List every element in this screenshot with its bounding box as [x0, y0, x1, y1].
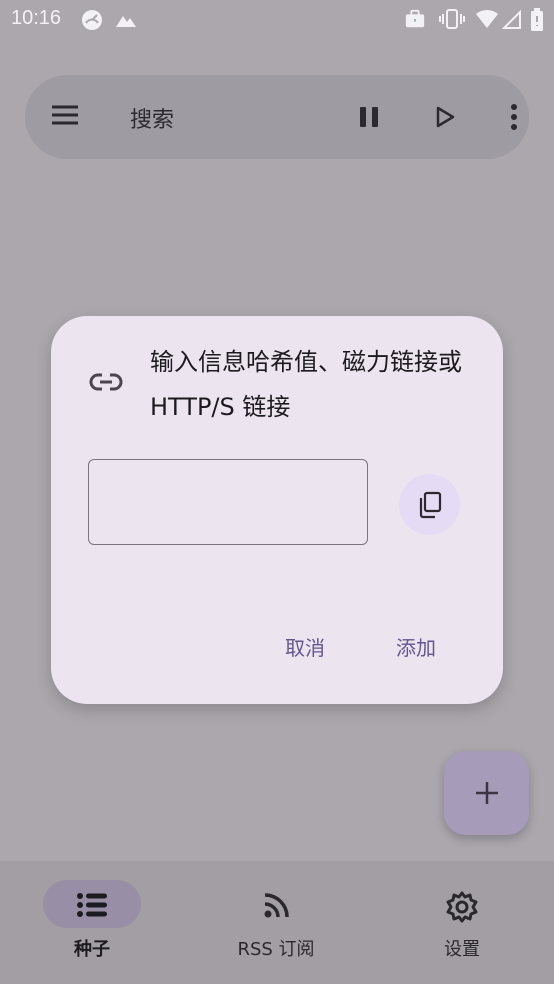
add-button[interactable]: 添加: [396, 632, 436, 661]
paste-button[interactable]: [399, 474, 460, 535]
link-icon: [89, 370, 123, 394]
cancel-button[interactable]: 取消: [285, 632, 325, 661]
plus-icon: [476, 782, 498, 804]
more-vert-icon[interactable]: [501, 103, 527, 131]
nav-label-settings: 设置: [444, 939, 480, 960]
status-time: 10:16: [11, 7, 62, 29]
add-torrent-dialog: 输入信息哈希值、磁力链接或 HTTP/S 链接 取消 添加: [51, 316, 503, 704]
nav-item-torrents[interactable]: 种子: [0, 861, 184, 984]
list-icon: [0, 891, 184, 923]
rss-icon: [184, 891, 368, 925]
battery-icon: [530, 8, 544, 36]
vibrate-icon: [439, 8, 465, 34]
briefcase-icon: [404, 8, 426, 34]
menu-icon[interactable]: [50, 103, 84, 131]
gear-icon: [370, 891, 554, 927]
wifi-icon: [475, 8, 499, 34]
signal-icon: [501, 8, 522, 34]
nav-label-rss: RSS 订阅: [237, 939, 315, 960]
mountain-icon: [114, 8, 138, 36]
status-bar: 10:16: [0, 0, 554, 38]
nav-item-settings[interactable]: 设置: [370, 861, 554, 984]
pause-icon[interactable]: [357, 103, 383, 131]
copy-icon: [419, 491, 442, 519]
add-fab-button[interactable]: [444, 751, 529, 835]
search-input[interactable]: 搜索: [130, 102, 174, 134]
play-icon[interactable]: [433, 103, 459, 131]
nav-item-rss[interactable]: RSS 订阅: [184, 861, 368, 984]
speedometer-icon: [80, 8, 104, 36]
search-bar[interactable]: 搜索: [25, 75, 529, 159]
magnet-link-input[interactable]: [88, 459, 368, 545]
nav-label-torrents: 种子: [74, 939, 110, 960]
dialog-title: 输入信息哈希值、磁力链接或 HTTP/S 链接: [150, 348, 462, 421]
bottom-navigation: 种子 RSS 订阅 设置: [0, 861, 554, 984]
